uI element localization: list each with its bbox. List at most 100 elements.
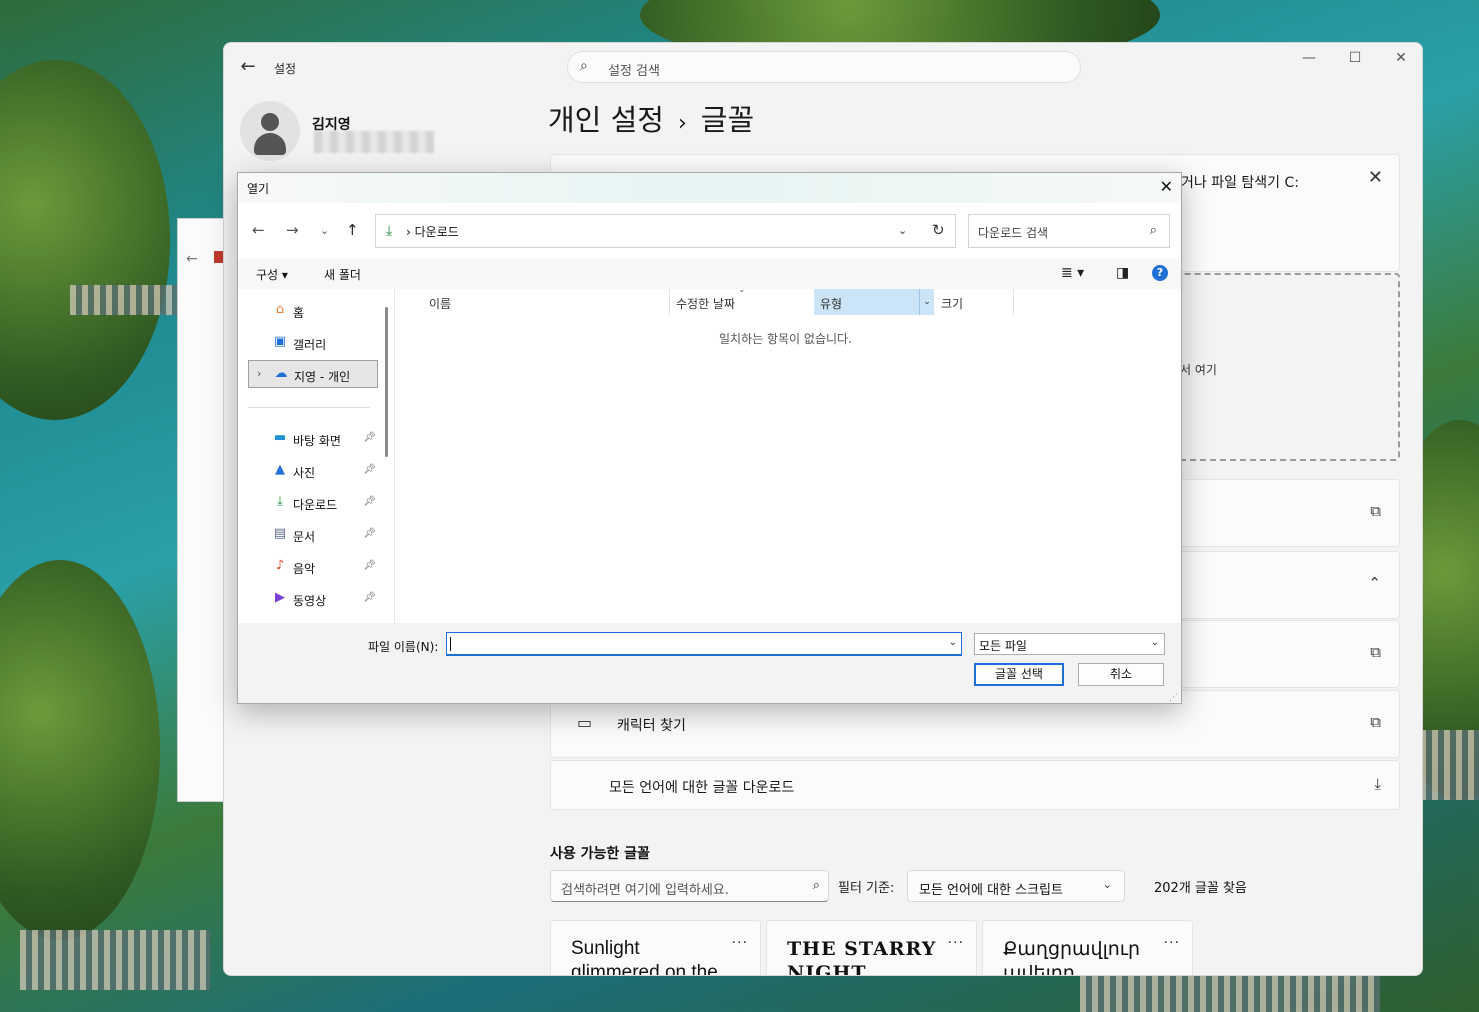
more-options-icon[interactable]: ···: [1164, 935, 1180, 951]
empty-folder-message: 일치하는 항목이 없습니다.: [719, 332, 852, 346]
nav-item-onedrive[interactable]: › ☁ 지영 - 개인: [248, 360, 378, 388]
breadcrumb-parent[interactable]: 개인 설정: [548, 103, 664, 137]
column-divider[interactable]: [1013, 289, 1014, 315]
new-folder-button[interactable]: 새 폴더: [324, 266, 361, 283]
avatar-body-icon: [254, 133, 286, 155]
nav-item-documents[interactable]: ▤ 문서 📌︎: [248, 521, 378, 549]
pin-icon[interactable]: 📌︎: [363, 560, 376, 571]
search-icon: ⌕: [1149, 223, 1157, 238]
chevron-down-icon: ⌄: [1150, 637, 1159, 648]
font-search-placeholder: 검색하려면 여기에 입력하세요.: [561, 883, 729, 898]
minimize-button[interactable]: —: [1286, 51, 1332, 71]
pin-icon[interactable]: 📌︎: [363, 432, 376, 443]
chevron-right-icon[interactable]: ›: [257, 367, 261, 380]
nav-item-pictures[interactable]: ▲ 사진 📌︎: [248, 457, 378, 485]
font-card[interactable]: THE STARRY NIGHT ···: [766, 920, 977, 975]
close-icon[interactable]: ✕: [1368, 167, 1383, 188]
column-header-label: 유형: [820, 297, 843, 311]
font-count: 202개 글꼴 찾음: [1154, 881, 1247, 896]
nav-item-label: 문서: [293, 530, 316, 544]
filename-input[interactable]: ⌄: [446, 632, 962, 656]
script-filter-value: 모든 언어에 대한 스크립트: [919, 883, 1063, 898]
file-list[interactable]: 이름 수정한 날짜 ⌄ 유형 ⌄ 크기 일치하는 항목이 없습니다.: [395, 285, 1181, 623]
font-card[interactable]: Sunlight glimmered on the snowfall ···: [550, 920, 761, 976]
chevron-down-icon[interactable]: ⌄: [949, 637, 957, 648]
videos-icon: ▶: [275, 590, 285, 605]
nav-scrollbar[interactable]: [385, 307, 388, 457]
forward-arrow-icon[interactable]: →: [286, 221, 299, 239]
more-options-icon[interactable]: ···: [948, 935, 964, 951]
nav-item-label: 음악: [293, 562, 316, 576]
search-icon: ⌕: [812, 878, 820, 893]
nav-item-label: 사진: [293, 466, 316, 480]
download-icon: ⤓: [277, 494, 283, 509]
close-icon[interactable]: ✕: [1160, 177, 1173, 196]
desktop-wallpaper-island: [0, 560, 160, 940]
filetype-dropdown[interactable]: 모든 파일 ⌄: [974, 633, 1165, 655]
font-search-input[interactable]: 검색하려면 여기에 입력하세요. ⌕: [550, 870, 829, 902]
download-icon: ⤓: [1374, 775, 1381, 793]
desktop-wallpaper-farm: [1080, 976, 1380, 1012]
chevron-down-icon[interactable]: ⌄: [898, 224, 907, 237]
close-button[interactable]: ✕: [1378, 51, 1422, 71]
chevron-down-icon[interactable]: ⌄: [919, 289, 934, 315]
download-fonts-row[interactable]: 모든 언어에 대한 글꼴 다운로드 ⤓: [550, 760, 1400, 810]
desktop-icon: ▬: [273, 430, 287, 445]
nav-item-videos[interactable]: ▶ 동영상 📌︎: [248, 585, 378, 613]
desktop-wallpaper-farm: [20, 930, 210, 990]
refresh-icon[interactable]: ↻: [932, 221, 945, 239]
nav-item-downloads[interactable]: ⤓ 다운로드 📌︎: [248, 489, 378, 517]
view-options-icon[interactable]: ≣ ▾: [1061, 265, 1084, 281]
back-arrow-icon: ←: [186, 251, 198, 267]
avatar[interactable]: [240, 101, 300, 161]
dialog-titlebar[interactable]: 열기 ✕: [238, 173, 1181, 203]
settings-search-box[interactable]: ⌕ 설정 검색: [567, 51, 1081, 83]
help-icon[interactable]: ?: [1152, 265, 1168, 281]
nav-item-desktop[interactable]: ▬ 바탕 화면 📌︎: [248, 425, 378, 453]
home-icon: ⌂: [275, 302, 285, 317]
back-arrow-icon[interactable]: ←: [238, 57, 258, 77]
nav-item-gallery[interactable]: ▣ 갤러리: [248, 329, 378, 357]
column-header-name[interactable]: 이름: [423, 289, 668, 315]
address-bar[interactable]: ⤓ › 다운로드 ⌄ ↻: [375, 214, 956, 248]
address-crumb[interactable]: › 다운로드: [406, 223, 459, 240]
available-fonts-heading: 사용 가능한 글꼴: [550, 846, 650, 862]
script-filter-dropdown[interactable]: 모든 언어에 대한 스크립트 ⌄: [907, 870, 1125, 902]
avatar-head-icon: [261, 113, 279, 131]
more-options-icon[interactable]: ···: [732, 935, 748, 951]
pin-icon[interactable]: 📌︎: [363, 464, 376, 475]
resize-grip-icon[interactable]: ⋰: [1169, 693, 1178, 703]
pin-icon[interactable]: 📌︎: [363, 528, 376, 539]
pin-icon[interactable]: 📌︎: [363, 496, 376, 507]
dialog-title: 열기: [247, 182, 270, 196]
recent-locations-chevron-icon[interactable]: ⌄: [320, 224, 329, 237]
music-icon: ♪: [275, 558, 285, 573]
font-sample: Sunlight glimmered on the snowfall: [571, 938, 718, 976]
column-header-type[interactable]: 유형 ⌄: [814, 289, 934, 315]
nav-item-label: 바탕 화면: [293, 434, 341, 448]
font-card[interactable]: Քաղցրավլուր ավելոր ···: [982, 920, 1193, 975]
nav-item-home[interactable]: ⌂ 홈: [248, 297, 378, 325]
open-file-dialog: 열기 ✕ ← → ⌄ ↑ ⤓ › 다운로드 ⌄ ↻ 다운로드 검색 ⌕ 구성 ▾…: [237, 172, 1182, 704]
up-arrow-icon[interactable]: ↑: [346, 221, 359, 239]
sort-chevron-icon: ⌄: [738, 285, 746, 295]
blurred-email: [314, 131, 434, 153]
download-fonts-label: 모든 언어에 대한 글꼴 다운로드: [609, 780, 795, 796]
download-icon: ⤓: [386, 223, 393, 239]
background-window[interactable]: ←: [177, 218, 227, 802]
maximize-button[interactable]: ☐: [1332, 51, 1378, 71]
select-font-button[interactable]: 글꼴 선택: [974, 663, 1064, 686]
pin-icon[interactable]: 📌︎: [363, 592, 376, 603]
search-icon: ⌕: [580, 58, 588, 74]
chevron-down-icon: ⌄: [1102, 878, 1112, 891]
preview-pane-icon[interactable]: ◨: [1116, 265, 1129, 281]
column-header-label: 수정한 날짜: [676, 297, 736, 311]
dialog-search-input[interactable]: 다운로드 검색 ⌕: [968, 214, 1170, 248]
column-header-size[interactable]: 크기: [935, 289, 1013, 315]
cancel-button[interactable]: 취소: [1078, 663, 1164, 686]
back-arrow-icon[interactable]: ←: [252, 221, 265, 239]
nav-item-music[interactable]: ♪ 음악 📌︎: [248, 553, 378, 581]
text-caret: [450, 637, 451, 651]
desktop-wallpaper-island: [0, 60, 170, 420]
organize-button[interactable]: 구성 ▾: [256, 266, 288, 283]
